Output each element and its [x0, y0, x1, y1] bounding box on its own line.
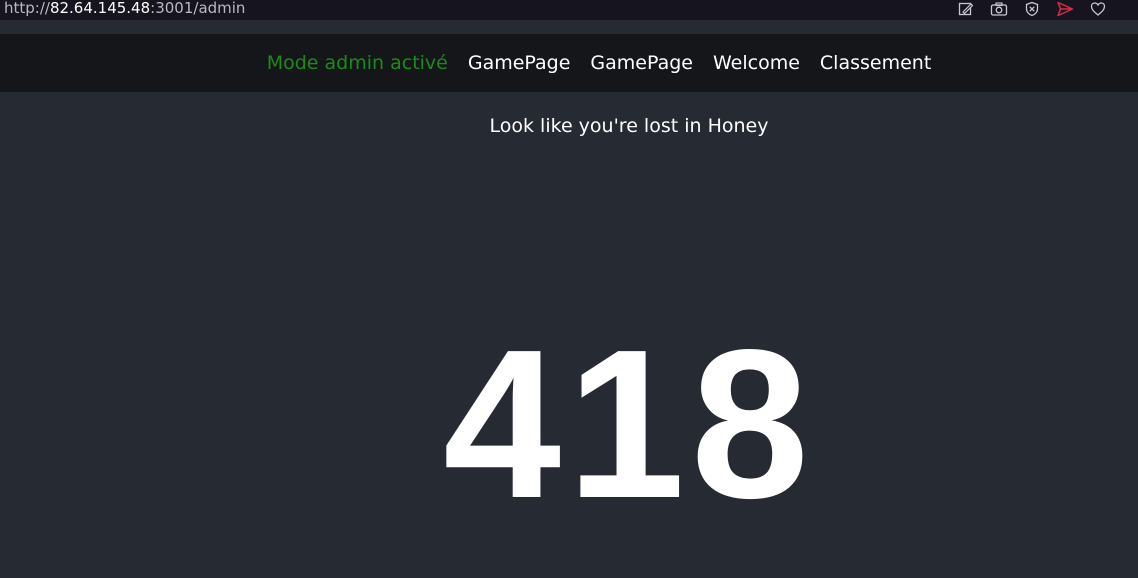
nav-link-classement[interactable]: Classement — [820, 52, 931, 74]
url-text[interactable]: http://82.64.145.48:3001/admin — [4, 0, 245, 18]
lost-message: Look like you're lost in Honey — [489, 115, 769, 137]
nav-link-gamepage-1[interactable]: GamePage — [468, 52, 571, 74]
url-host: 82.64.145.48 — [49, 0, 151, 17]
nav-link-welcome[interactable]: Welcome — [713, 52, 800, 74]
nav-admin-mode[interactable]: Mode admin activé — [267, 52, 448, 74]
nav-links: Mode admin activé GamePage GamePage Welc… — [267, 52, 932, 74]
camera-icon[interactable] — [989, 1, 1009, 17]
url-path: :3001/admin — [150, 0, 246, 17]
nav-link-gamepage-2[interactable]: GamePage — [590, 52, 693, 74]
edit-page-icon[interactable] — [956, 1, 976, 17]
send-icon[interactable] — [1055, 1, 1075, 17]
main-navbar: Mode admin activé GamePage GamePage Welc… — [0, 34, 1138, 92]
browser-toolbar-icons — [956, 0, 1108, 18]
heart-icon[interactable] — [1088, 1, 1108, 17]
shield-x-icon[interactable] — [1022, 1, 1042, 17]
status-code: 418 — [443, 305, 815, 542]
url-scheme: http:// — [4, 0, 50, 17]
browser-url-bar[interactable]: http://82.64.145.48:3001/admin — [0, 0, 1138, 20]
